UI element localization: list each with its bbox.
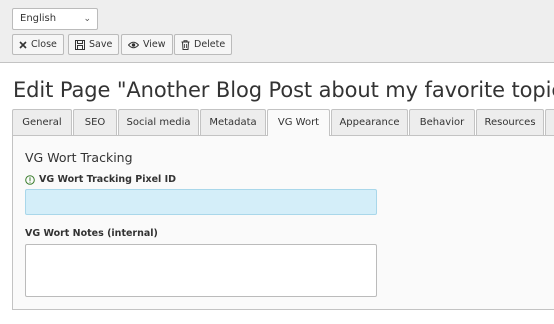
chevron-down-icon: ⌄	[83, 14, 91, 24]
tab-behavior[interactable]: Behavior	[409, 109, 475, 136]
tab-bar: General SEO Social media Metadata VG Wor…	[12, 109, 554, 136]
tab-metadata[interactable]: Metadata	[200, 109, 266, 136]
language-select-value: English	[20, 13, 57, 24]
close-button-label: Close	[31, 39, 57, 50]
save-button[interactable]: Save	[68, 34, 120, 55]
view-button-label: View	[143, 39, 166, 50]
tab-label: Metadata	[209, 117, 257, 128]
tab-label: General	[22, 117, 62, 128]
notes-label: VG Wort Notes (internal)	[25, 228, 158, 239]
trash-icon	[181, 39, 190, 50]
page-title: Edit Page "Another Blog Post about my fa…	[13, 78, 554, 102]
tab-social-media[interactable]: Social media	[118, 109, 199, 136]
info-circle-icon	[25, 174, 35, 185]
notes-textarea[interactable]	[25, 244, 377, 297]
tab-label: Behavior	[419, 117, 465, 128]
pixel-id-label-text: VG Wort Tracking Pixel ID	[39, 174, 177, 185]
save-icon	[75, 39, 85, 50]
save-button-label: Save	[89, 39, 113, 50]
language-select[interactable]: English ⌄	[12, 8, 98, 30]
tab-vg-wort[interactable]: VG Wort	[267, 109, 330, 136]
delete-button-label: Delete	[194, 39, 226, 50]
pixel-id-label: VG Wort Tracking Pixel ID	[25, 174, 176, 185]
pixel-id-input[interactable]	[25, 189, 377, 215]
tab-seo[interactable]: SEO	[73, 109, 117, 136]
document-header-toolbar: English ⌄ Close Save View Delete	[0, 0, 554, 63]
tab-appearance[interactable]: Appearance	[331, 109, 408, 136]
close-button[interactable]: Close	[12, 34, 64, 55]
tab-resources[interactable]: Resources	[476, 109, 544, 136]
delete-button[interactable]: Delete	[174, 34, 233, 55]
tab-label: Social media	[126, 117, 191, 128]
tab-general[interactable]: General	[12, 109, 72, 136]
notes-label-text: VG Wort Notes (internal)	[25, 228, 158, 239]
section-title: VG Wort Tracking	[25, 150, 133, 165]
tab-label: Appearance	[339, 117, 400, 128]
tab-label: Resources	[484, 117, 536, 128]
eye-icon	[128, 41, 139, 49]
tab-label: VG Wort	[277, 117, 320, 128]
tab-label: SEO	[84, 117, 106, 128]
view-button[interactable]: View	[121, 34, 173, 55]
tab-overflow[interactable]	[545, 109, 554, 136]
close-icon	[19, 40, 27, 49]
